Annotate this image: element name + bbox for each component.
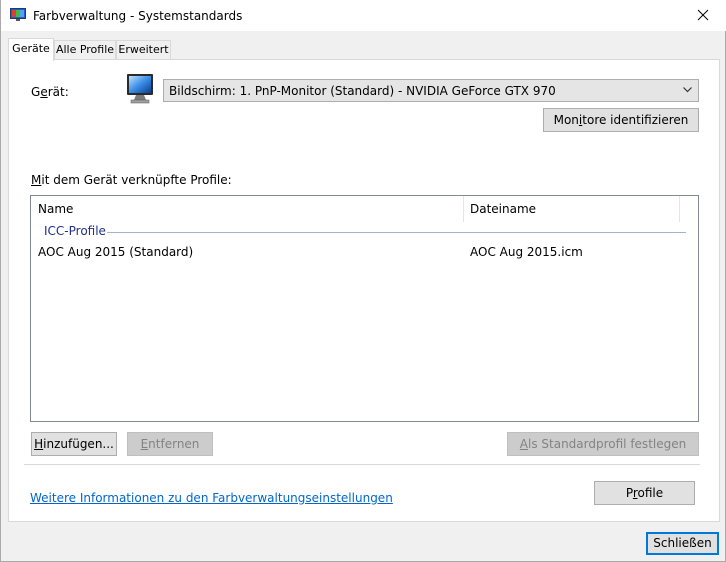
device-select-value: Bildschirm: 1. PnP-Monitor (Standard) - … [169, 84, 556, 98]
color-management-window: Farbverwaltung - Systemstandards Geräte … [0, 0, 726, 562]
profile-name: AOC Aug 2015 (Standard) [38, 245, 194, 259]
tab-devices[interactable]: Geräte [8, 38, 54, 61]
associated-profiles-label: Mit dem Gerät verknüpfte Profile: [31, 173, 232, 187]
monitor-icon [127, 74, 153, 104]
color-management-app-icon [10, 8, 26, 21]
close-button[interactable]: Schließen [646, 532, 719, 555]
title-bar[interactable]: Farbverwaltung - Systemstandards [1, 0, 726, 31]
set-default-profile-button[interactable]: Als Standardprofil festlegen [507, 432, 699, 456]
divider [24, 464, 700, 465]
device-label: Gerät: [31, 85, 69, 99]
column-separator[interactable] [679, 196, 680, 222]
add-profile-button[interactable]: Hinzufügen... [31, 432, 117, 456]
chevron-down-icon [683, 87, 692, 93]
tab-all-profiles[interactable]: Alle Profile [54, 40, 116, 59]
column-header-filename[interactable]: Dateiname [470, 196, 536, 222]
column-separator[interactable] [463, 196, 464, 222]
window-title: Farbverwaltung - Systemstandards [33, 9, 243, 23]
column-header-name[interactable]: Name [38, 196, 73, 222]
profiles-button[interactable]: Profile [594, 481, 695, 505]
profile-filename: AOC Aug 2015.icm [470, 245, 583, 259]
group-divider [107, 232, 686, 233]
device-select[interactable]: Bildschirm: 1. PnP-Monitor (Standard) - … [163, 79, 699, 102]
more-info-link[interactable]: Weitere Informationen zu den Farbverwalt… [30, 491, 393, 505]
profiles-list[interactable]: Name Dateiname ICC-Profile AOC Aug 2015 … [30, 195, 699, 422]
remove-profile-button[interactable]: Entfernen [127, 432, 213, 456]
group-header-icc-profiles[interactable]: ICC-Profile [44, 224, 106, 238]
close-icon[interactable] [693, 5, 713, 25]
tab-advanced[interactable]: Erweitert [116, 40, 171, 59]
identify-monitors-button[interactable]: Monitore identifizieren [543, 108, 699, 132]
